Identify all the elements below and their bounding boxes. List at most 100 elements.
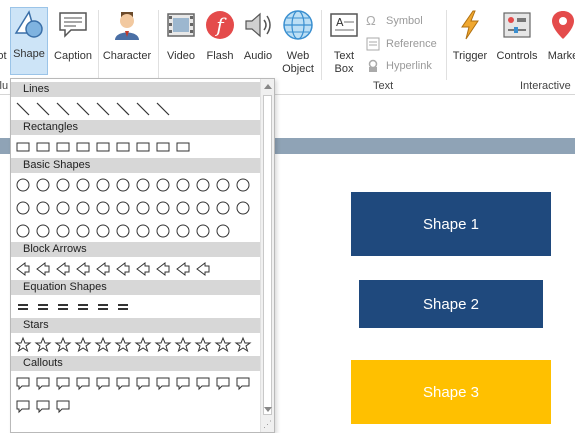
gallery-shape-icon[interactable] (93, 99, 113, 119)
gallery-shape-icon[interactable] (153, 198, 173, 218)
gallery-shape-icon[interactable] (113, 297, 133, 317)
gallery-shape-icon[interactable] (33, 335, 53, 355)
gallery-shape-icon[interactable] (13, 221, 33, 241)
gallery-shape-icon[interactable] (113, 198, 133, 218)
gallery-shape-icon[interactable] (113, 137, 133, 157)
gallery-shape-icon[interactable] (153, 221, 173, 241)
controls-button[interactable]: Controls (495, 8, 539, 63)
gallery-shape-icon[interactable] (153, 137, 173, 157)
gallery-shape-icon[interactable] (173, 221, 193, 241)
trigger-button[interactable]: Trigger (450, 8, 490, 63)
gallery-scrollbar[interactable] (260, 79, 274, 432)
gallery-shape-icon[interactable] (193, 175, 213, 195)
gallery-shape-icon[interactable] (93, 221, 113, 241)
gallery-shape-icon[interactable] (213, 221, 233, 241)
gallery-shape-icon[interactable] (113, 259, 133, 279)
gallery-shape-icon[interactable] (153, 373, 173, 393)
gallery-shape-icon[interactable] (173, 335, 193, 355)
gallery-shape-icon[interactable] (113, 335, 133, 355)
gallery-shape-icon[interactable] (13, 396, 33, 416)
gallery-shape-icon[interactable] (173, 198, 193, 218)
gallery-shape-icon[interactable] (93, 175, 113, 195)
gallery-shape-icon[interactable] (113, 99, 133, 119)
gallery-shape-icon[interactable] (213, 198, 233, 218)
shape-button[interactable]: Shape (10, 7, 48, 75)
gallery-shape-icon[interactable] (93, 297, 113, 317)
gallery-shape-icon[interactable] (233, 373, 253, 393)
gallery-shape-icon[interactable] (73, 175, 93, 195)
shape-1[interactable]: Shape 1 (351, 192, 551, 256)
gallery-shape-icon[interactable] (73, 373, 93, 393)
gallery-shape-icon[interactable] (53, 99, 73, 119)
gallery-shape-icon[interactable] (153, 175, 173, 195)
gallery-shape-icon[interactable] (53, 259, 73, 279)
gallery-shape-icon[interactable] (153, 99, 173, 119)
gallery-shape-icon[interactable] (193, 221, 213, 241)
gallery-shape-icon[interactable] (73, 221, 93, 241)
gallery-shape-icon[interactable] (193, 259, 213, 279)
gallery-shape-icon[interactable] (73, 335, 93, 355)
gallery-shape-icon[interactable] (213, 373, 233, 393)
gallery-shape-icon[interactable] (73, 259, 93, 279)
gallery-shape-icon[interactable] (73, 297, 93, 317)
gallery-shape-icon[interactable] (13, 99, 33, 119)
gallery-shape-icon[interactable] (173, 259, 193, 279)
gallery-shape-icon[interactable] (33, 373, 53, 393)
gallery-shape-icon[interactable] (233, 175, 253, 195)
gallery-shape-icon[interactable] (13, 335, 33, 355)
gallery-shape-icon[interactable] (13, 137, 33, 157)
gallery-shape-icon[interactable] (133, 175, 153, 195)
text-box-button[interactable]: A Text Box (326, 8, 362, 76)
gallery-shape-icon[interactable] (53, 335, 73, 355)
gallery-shape-icon[interactable] (133, 137, 153, 157)
gallery-shape-icon[interactable] (13, 259, 33, 279)
gallery-shape-icon[interactable] (113, 373, 133, 393)
gallery-shape-icon[interactable] (153, 335, 173, 355)
gallery-shape-icon[interactable] (33, 396, 53, 416)
video-button[interactable]: Video (163, 8, 199, 63)
marker-button[interactable]: Marke (543, 8, 575, 63)
gallery-shape-icon[interactable] (13, 175, 33, 195)
gallery-shape-icon[interactable] (213, 335, 233, 355)
gallery-shape-icon[interactable] (73, 99, 93, 119)
gallery-shape-icon[interactable] (33, 297, 53, 317)
gallery-shape-icon[interactable] (53, 297, 73, 317)
gallery-shape-icon[interactable] (193, 198, 213, 218)
gallery-shape-icon[interactable] (133, 335, 153, 355)
gallery-shape-icon[interactable] (93, 137, 113, 157)
gallery-shape-icon[interactable] (13, 373, 33, 393)
gallery-shape-icon[interactable] (33, 259, 53, 279)
gallery-shape-icon[interactable] (173, 373, 193, 393)
gallery-shape-icon[interactable] (93, 373, 113, 393)
gallery-shape-icon[interactable] (213, 175, 233, 195)
gallery-shape-icon[interactable] (133, 373, 153, 393)
gallery-shape-icon[interactable] (93, 198, 113, 218)
gallery-shape-icon[interactable] (73, 198, 93, 218)
gallery-shape-icon[interactable] (193, 373, 213, 393)
gallery-shape-icon[interactable] (133, 99, 153, 119)
gallery-shape-icon[interactable] (33, 175, 53, 195)
shape-3[interactable]: Shape 3 (351, 360, 551, 424)
character-button[interactable]: Character (100, 8, 154, 63)
scroll-up-icon[interactable] (264, 84, 272, 89)
resize-grip-icon[interactable]: ⋰ (263, 419, 272, 430)
gallery-shape-icon[interactable] (133, 198, 153, 218)
gallery-shape-icon[interactable] (193, 335, 213, 355)
hyperlink-button[interactable]: Hyperlink (366, 59, 432, 73)
gallery-shape-icon[interactable] (153, 259, 173, 279)
gallery-shape-icon[interactable] (133, 221, 153, 241)
audio-button[interactable]: Audio (240, 8, 276, 63)
gallery-shape-icon[interactable] (13, 297, 33, 317)
web-object-button[interactable]: Web Object (279, 8, 317, 76)
gallery-shape-icon[interactable] (93, 259, 113, 279)
gallery-shape-icon[interactable] (33, 99, 53, 119)
gallery-shape-icon[interactable] (33, 198, 53, 218)
symbol-button[interactable]: Ω Symbol (366, 14, 423, 28)
scroll-thumb[interactable] (263, 95, 272, 415)
gallery-shape-icon[interactable] (113, 221, 133, 241)
gallery-shape-icon[interactable] (53, 137, 73, 157)
gallery-shape-icon[interactable] (173, 175, 193, 195)
gallery-shape-icon[interactable] (53, 396, 73, 416)
gallery-shape-icon[interactable] (33, 137, 53, 157)
gallery-shape-icon[interactable] (233, 335, 253, 355)
